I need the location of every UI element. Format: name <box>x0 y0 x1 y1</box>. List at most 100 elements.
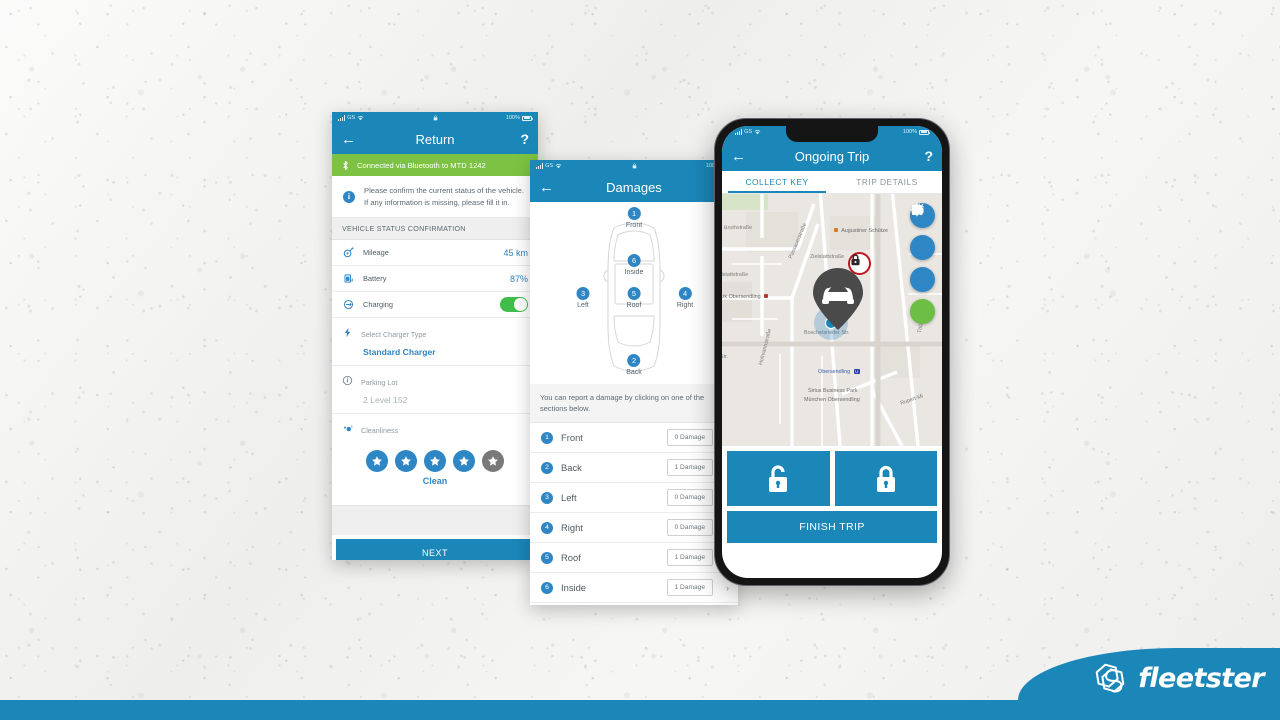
info-text: Please confirm the current status of the… <box>364 186 524 207</box>
pin-number: 3 <box>576 287 590 300</box>
fleetster-hexagon-logo <box>1095 663 1125 693</box>
cleanliness-label: Cleanliness <box>361 425 399 435</box>
nav-bar: ← Damages <box>530 172 738 202</box>
return-screen: GS 100% ← Return ? Connected via Bluetoo… <box>332 112 538 560</box>
next-button-wrap: NEXT <box>332 535 538 560</box>
map-poi-augustiner: Augustiner Schütze <box>834 228 888 234</box>
damage-count-badge: 0 Damage <box>666 429 713 447</box>
info-icon: i <box>343 190 355 203</box>
help-button[interactable]: ? <box>520 131 529 147</box>
damages-hint: You can report a damage by clicking on o… <box>530 384 738 424</box>
damage-count-badge: 0 Damage <box>666 489 713 507</box>
rating-star-1[interactable] <box>366 450 388 473</box>
vehicle-car-pin-icon[interactable] <box>810 266 866 332</box>
rating-star-4[interactable] <box>453 450 475 473</box>
nav-bar: ← Return ? <box>332 124 538 154</box>
park-icon <box>764 294 769 298</box>
row-number: 4 <box>541 521 553 534</box>
row-value: 45 km <box>503 247 528 258</box>
map-road-label: Str. <box>722 354 729 360</box>
unlock-button[interactable] <box>727 451 830 506</box>
charging-toggle[interactable] <box>500 297 528 313</box>
row-battery[interactable]: Battery 87% <box>332 266 538 293</box>
lock-closed-icon <box>851 254 860 266</box>
car-pin-front[interactable]: 1 Front <box>626 207 642 229</box>
back-arrow-icon[interactable]: ← <box>539 180 554 195</box>
damage-row-roof[interactable]: 5 Roof 1 Damage › <box>530 543 738 574</box>
map-view[interactable]: Brothstraße Passauerstraße Zielstattstra… <box>722 194 942 446</box>
car-pin-left[interactable]: 3 Left <box>576 287 590 309</box>
finish-trip-wrap: FINISH TRIP <box>722 506 942 550</box>
car-pin-back[interactable]: 2 Back <box>626 354 642 376</box>
pin-label: Inside <box>624 268 644 276</box>
damage-row-inside[interactable]: 6 Inside 1 Damage › <box>530 573 738 604</box>
status-bar-left: GS <box>735 129 761 135</box>
damage-count-badge: 1 Damage <box>666 549 713 567</box>
row-value: 87% <box>509 273 528 284</box>
row-parking-lot[interactable]: Parking Lot 2 Level 152 <box>332 366 538 415</box>
row-label: Front <box>561 432 583 444</box>
carrier-label: GS <box>347 115 356 121</box>
spacer <box>332 505 538 536</box>
map-poi-obersendling-station: Obersendling U <box>818 369 861 375</box>
carrier-label: GS <box>744 129 753 135</box>
lock-icon <box>632 163 636 169</box>
map-road-label: Brothstraße <box>723 224 753 232</box>
tab-collect-key[interactable]: COLLECT KEY <box>722 171 832 193</box>
bluetooth-status-bar: Connected via Bluetooth to MTD 1242 <box>332 154 538 176</box>
back-arrow-icon[interactable]: ← <box>731 149 746 164</box>
car-pin-right[interactable]: 4 Right <box>677 287 693 309</box>
signal-bars-icon <box>536 163 544 169</box>
row-label: Right <box>561 522 583 534</box>
restaurant-icon <box>834 228 838 232</box>
pin-label: Roof <box>626 301 642 309</box>
finish-trip-button[interactable]: FINISH TRIP <box>727 511 937 543</box>
status-bar-center <box>364 115 506 121</box>
charging-plug-icon <box>342 299 355 310</box>
row-charging[interactable]: Charging <box>332 292 538 319</box>
damage-report-button[interactable] <box>910 203 935 292</box>
cleanliness-icon <box>342 421 353 439</box>
battery-status-icon <box>342 273 355 284</box>
damage-row-left[interactable]: 3 Left 0 Damage › <box>530 483 738 514</box>
pin-number: 2 <box>627 354 641 367</box>
row-number: 5 <box>541 551 553 564</box>
recenter-button[interactable] <box>910 203 935 324</box>
damage-row-back[interactable]: 2 Back 1 Damage › <box>530 453 738 484</box>
damage-row-front[interactable]: 1 Front 0 Damage › <box>530 423 738 454</box>
pin-label: Right <box>676 301 694 309</box>
tab-trip-details[interactable]: TRIP DETAILS <box>832 171 942 193</box>
lock-icon <box>433 115 437 121</box>
map-pin-button[interactable] <box>910 204 935 260</box>
row-number: 3 <box>541 491 553 504</box>
rating-star-3[interactable] <box>424 450 446 473</box>
row-charger-type[interactable]: Select Charger Type Standard Charger <box>332 318 538 367</box>
row-number: 6 <box>541 581 553 594</box>
row-label: Roof <box>561 552 581 564</box>
wifi-icon <box>357 116 364 121</box>
row-cleanliness: Cleanliness Clean <box>332 414 538 506</box>
cleanliness-status: Clean <box>422 476 448 487</box>
back-arrow-icon[interactable]: ← <box>341 132 356 147</box>
wifi-icon <box>555 164 562 169</box>
rating-star-2[interactable] <box>395 450 417 473</box>
cleanliness-rating[interactable] <box>342 439 528 476</box>
parking-lot-value: 2 Level 152 <box>363 395 408 406</box>
lock-button[interactable] <box>834 451 937 506</box>
signal-bars-icon <box>735 129 743 135</box>
pin-number: 1 <box>627 207 641 220</box>
car-pin-inside[interactable]: 6 Inside <box>624 254 644 276</box>
damage-row-right[interactable]: 4 Right 0 Damage › <box>530 513 738 544</box>
lock-icon <box>876 465 895 492</box>
help-button[interactable]: ? <box>924 148 933 164</box>
bolt-icon <box>342 325 353 343</box>
u-bahn-icon: U <box>853 369 861 374</box>
wifi-icon <box>754 130 761 135</box>
lock-action-row <box>722 446 942 506</box>
row-mileage[interactable]: Mileage 45 km <box>332 240 538 267</box>
car-pin-roof[interactable]: 5 Roof <box>626 287 642 309</box>
next-button[interactable]: NEXT <box>336 539 534 560</box>
pin-label: Back <box>626 368 642 376</box>
row-label: Battery <box>363 274 387 284</box>
rating-star-5[interactable] <box>482 450 504 473</box>
